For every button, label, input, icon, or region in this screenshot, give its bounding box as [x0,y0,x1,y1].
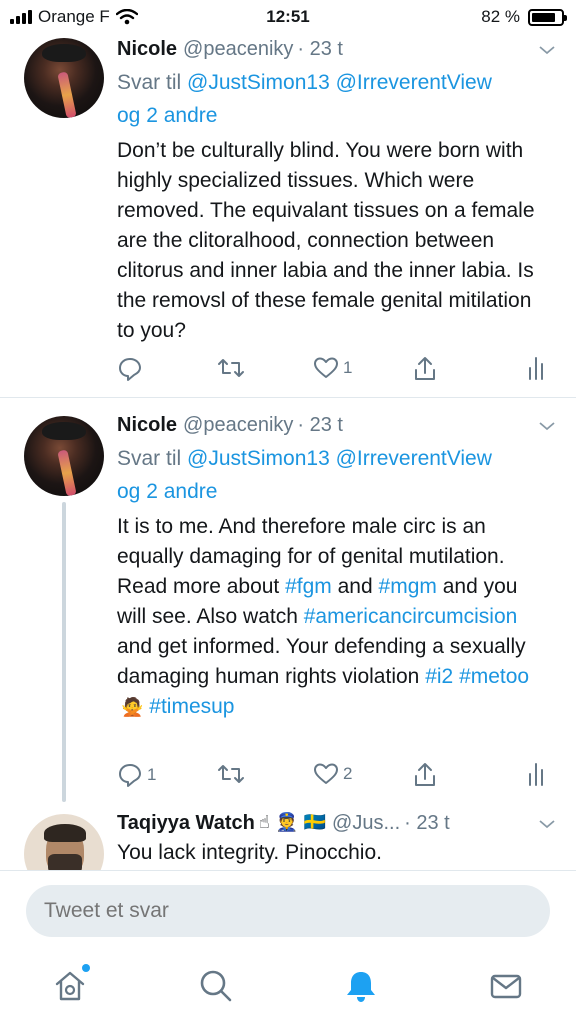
reply-context: Svar til @JustSimon13 @IrreverentView og… [117,66,547,132]
battery-icon [528,8,567,26]
tweet-header: Taqiyya Watch ☝ 👮 🇸🇪 @Jus... · 23 t [117,810,547,836]
like-button[interactable]: 1 [313,356,352,380]
analytics-icon [529,763,543,786]
home-icon [55,971,85,1001]
name-emojis: ☝ 👮 🇸🇪 [258,812,327,833]
hashtag-link[interactable]: #metoo [459,665,529,688]
hashtag-link[interactable]: #fgm [285,575,332,598]
reply-icon [119,764,141,787]
reply-count: 1 [147,765,157,784]
tweet[interactable]: Taqiyya Watch ☝ 👮 🇸🇪 @Jus... · 23 t You … [0,810,576,870]
chevron-down-icon[interactable] [537,40,557,60]
retweet-icon [218,765,244,783]
tweet-header: Nicole @peaceniky · 23 t [117,412,547,438]
hashtag-link[interactable]: #timesup [149,695,234,718]
chevron-down-icon[interactable] [537,416,557,436]
analytics-button[interactable] [527,762,545,786]
retweet-button[interactable] [217,356,245,380]
notification-dot [82,964,90,972]
tab-home[interactable] [52,964,90,1004]
reply-prefix: Svar til [117,71,182,94]
reply-icon [119,358,141,381]
like-count: 2 [343,764,353,783]
avatar[interactable] [24,814,104,870]
reply-context: Svar til @JustSimon13 @IrreverentView og… [117,442,547,508]
bell-icon [347,972,375,1002]
mention-link[interactable]: @JustSimon13 @IrreverentView [187,71,492,94]
tweet-actions: 1 [117,356,557,386]
retweet-button[interactable] [217,762,245,786]
reply-button[interactable]: 1 [117,762,156,788]
battery-percent: 82 % [481,7,520,26]
analytics-button[interactable] [527,356,545,380]
battery-info: 82 % [481,7,567,27]
timestamp: · 23 t [297,38,343,60]
share-button[interactable] [413,356,437,382]
tweet-divider [0,397,576,398]
like-button[interactable]: 2 [313,762,352,786]
heart-icon [314,357,338,378]
reply-button[interactable] [117,356,147,382]
avatar[interactable] [24,38,104,118]
analytics-icon [529,357,543,380]
hashtag-link[interactable]: #americancircumcision [304,605,518,628]
search-icon [200,970,232,1002]
tab-search[interactable] [198,968,234,1004]
reply-bar [0,870,576,952]
heart-icon [314,763,338,784]
thread-line [62,502,66,802]
share-icon [415,763,435,786]
reply-input[interactable] [26,885,550,937]
status-bar: Orange F 12:51 82 % [0,0,576,34]
hashtag-link[interactable]: #mgm [379,575,437,598]
timestamp: · 23 t [404,812,450,834]
author-name[interactable]: Nicole [117,36,177,62]
gesture-emoji: 🙅 [121,697,144,718]
text-segment: and [331,575,379,598]
reply-prefix: Svar til [117,447,182,470]
mention-link[interactable]: @JustSimon13 @IrreverentView [187,447,492,470]
author-name[interactable]: Nicole [117,412,177,438]
avatar[interactable] [24,416,104,496]
tab-messages[interactable] [488,968,524,1004]
author-handle[interactable]: @peaceniky [183,36,293,62]
share-icon [415,357,435,380]
author-name[interactable]: Taqiyya Watch [117,810,255,836]
like-count: 1 [343,358,353,377]
author-handle[interactable]: @peaceniky [183,412,293,438]
tweet-text: You lack integrity. Pinocchio. [117,841,382,864]
tweet-text: It is to me. And therefore male circ is … [117,512,547,723]
author-handle[interactable]: @Jus... [332,810,400,836]
envelope-icon [490,974,522,999]
others-link[interactable]: og 2 andre [117,104,217,127]
tweet-text: Don’t be culturally blind. You were born… [117,139,535,342]
tweet-actions: 1 2 [117,762,557,792]
retweet-icon [218,359,244,377]
hashtag-link[interactable]: #i2 [425,665,453,688]
share-button[interactable] [413,762,437,788]
tweet-header: Nicole @peaceniky · 23 t [117,36,547,62]
chevron-down-icon[interactable] [537,814,557,834]
others-link[interactable]: og 2 andre [117,480,217,503]
tab-bar [0,952,576,1024]
tab-notifications[interactable] [343,968,379,1004]
timestamp: · 23 t [297,414,343,436]
